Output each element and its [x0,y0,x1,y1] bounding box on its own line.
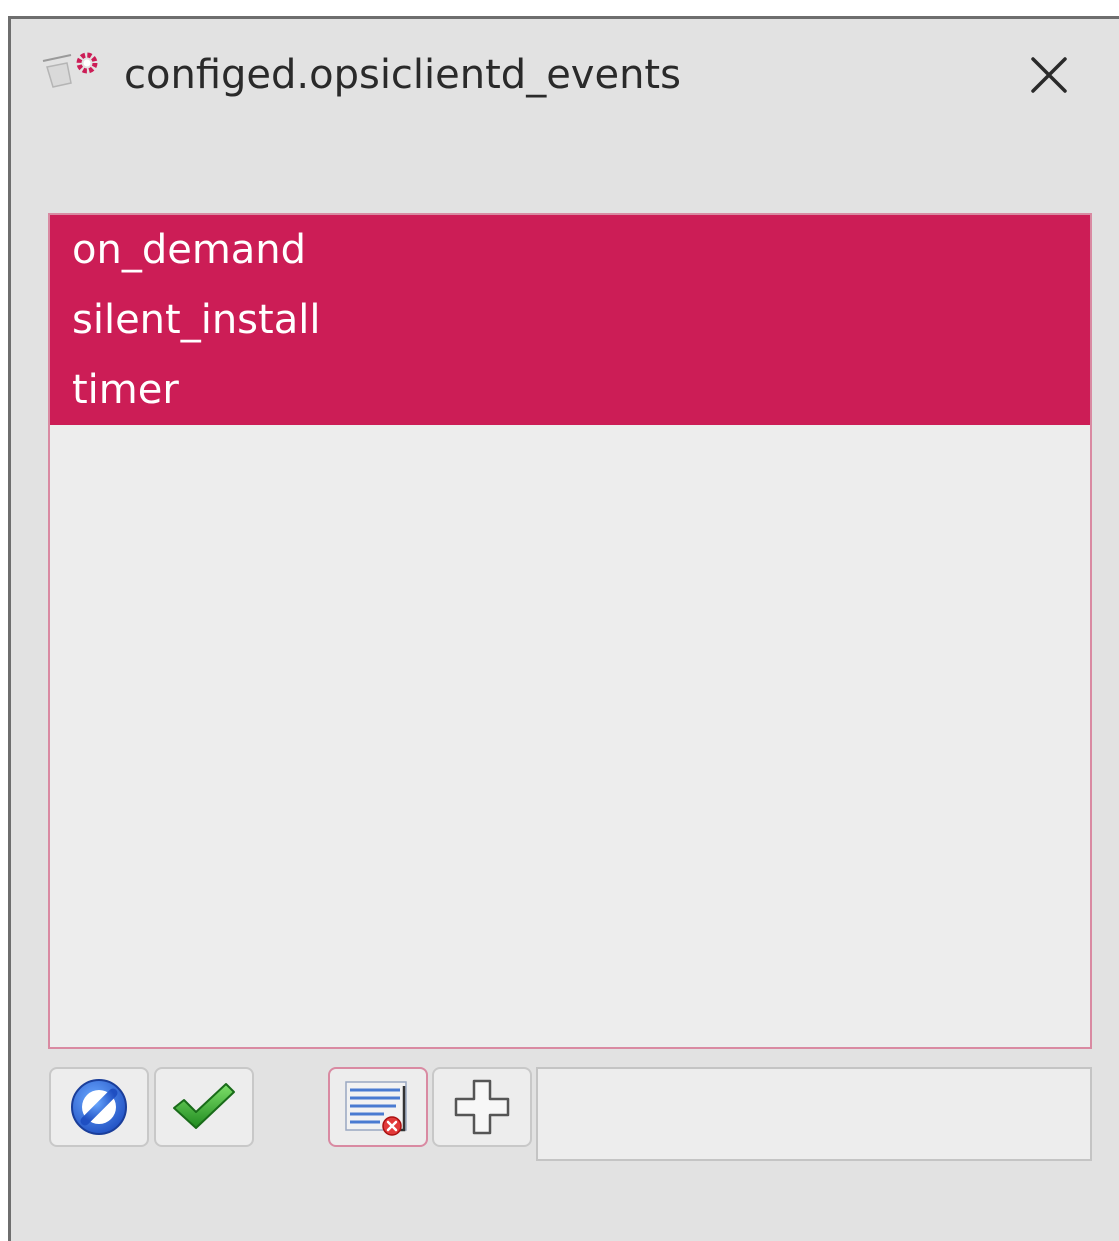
new-entry-input[interactable] [536,1067,1092,1161]
cancel-icon [71,1079,127,1135]
add-entry-button[interactable] [432,1067,532,1147]
cancel-button[interactable] [49,1067,149,1147]
plus-icon [454,1079,510,1135]
window-title: configed.opsiclientd_events [124,52,681,98]
ok-button[interactable] [154,1067,254,1147]
list-item-on-demand[interactable]: on_demand [50,215,1090,285]
remove-entries-icon [345,1081,407,1136]
remove-entries-button[interactable] [328,1067,428,1147]
title-bar[interactable]: configed.opsiclientd_events [11,19,1119,139]
list-item-timer[interactable]: timer [50,355,1090,425]
list-item-label: on_demand [72,227,307,273]
app-gear-icon [42,52,98,88]
list-item-label: timer [72,367,179,413]
checkmark-icon [173,1083,235,1129]
close-icon[interactable] [1027,53,1071,97]
list-item-silent-install[interactable]: silent_install [50,285,1090,355]
events-list[interactable]: on_demand silent_install timer [48,213,1092,1049]
list-item-label: silent_install [72,297,321,343]
dialog-window: configed.opsiclientd_events on_demand si… [8,16,1119,1241]
